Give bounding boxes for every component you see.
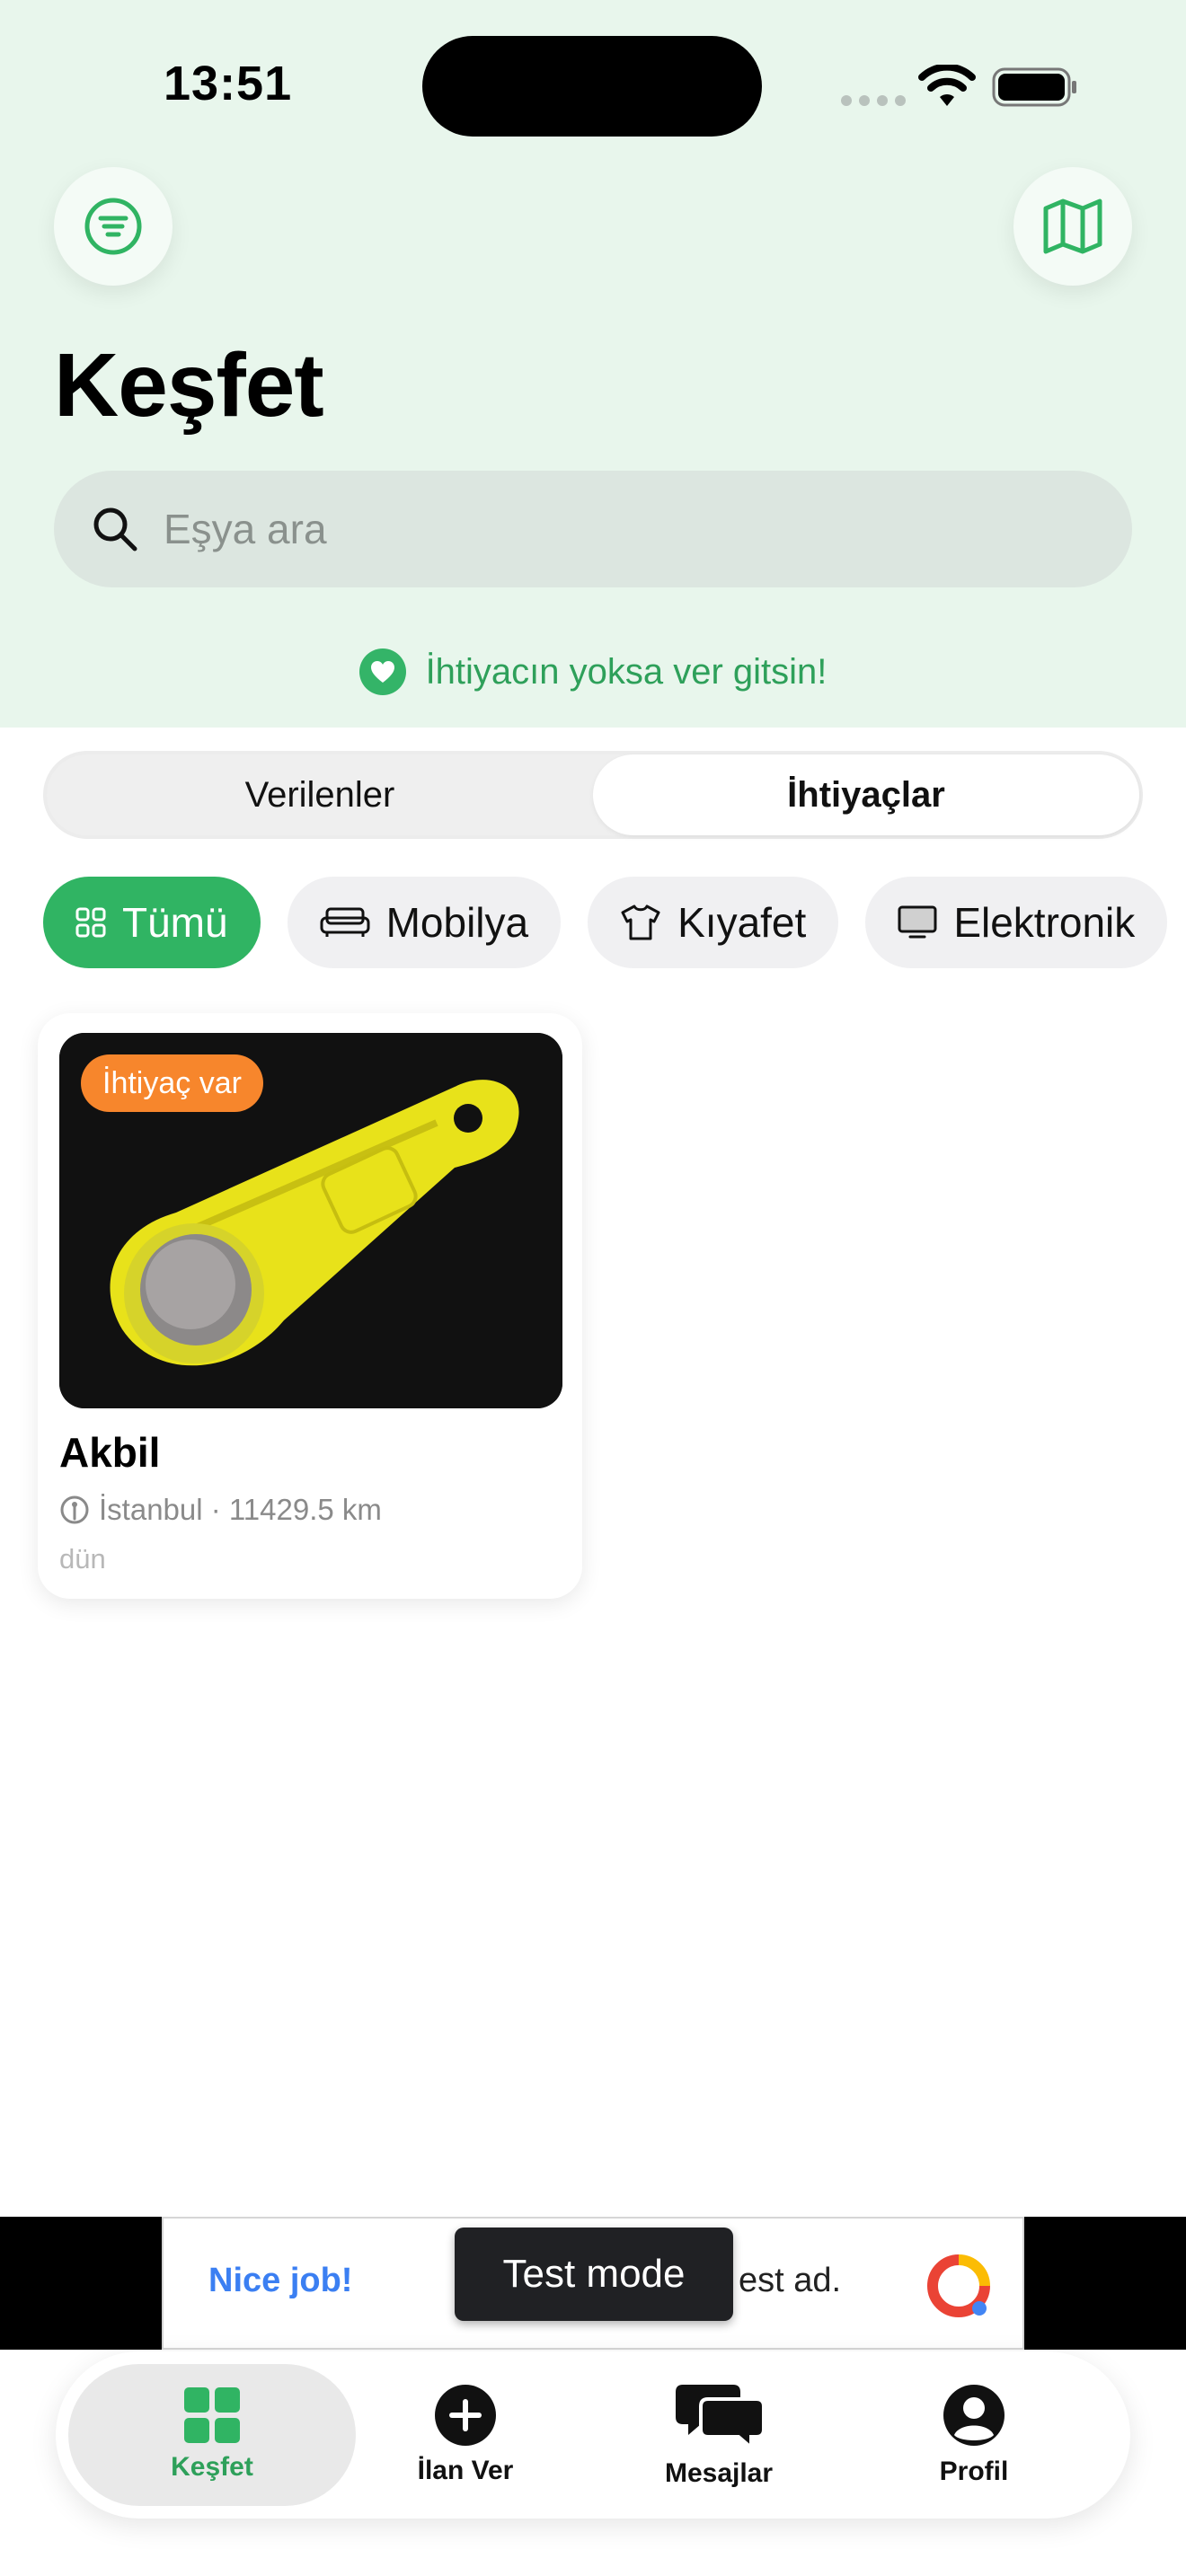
tab-label: İlan Ver — [417, 2456, 514, 2485]
tab-label: Keşfet — [171, 2452, 253, 2482]
listing-location: İstanbul · 11429.5 km — [59, 1493, 382, 1527]
sofa-icon — [320, 907, 370, 937]
person-icon — [943, 2385, 1005, 2446]
filter-icon — [84, 198, 142, 255]
test-mode-tooltip: Test mode — [455, 2228, 733, 2321]
listing-image: İhtiyaç var — [59, 1033, 562, 1408]
category-chip-clothing[interactable]: Kıyafet — [588, 877, 839, 968]
ads-logo-icon — [927, 2254, 990, 2317]
chat-bubbles-icon — [676, 2385, 764, 2449]
page-title: Keşfet — [54, 335, 324, 436]
status-time: 13:51 — [164, 57, 293, 110]
tab-messages[interactable]: Mesajlar — [575, 2364, 863, 2506]
category-chips: Tümü Mobilya Kıyafet Elektronik — [43, 877, 1168, 968]
segment-verilenler[interactable]: Verilenler — [47, 754, 593, 835]
listing-location-text: İstanbul · 11429.5 km — [99, 1493, 382, 1526]
listing-title: Akbil — [59, 1429, 161, 1476]
category-chip-label: Elektronik — [953, 899, 1136, 946]
wifi-icon — [918, 65, 976, 106]
header: 13:51 Keşfet Eşya ara İhtiyacın yoksa ve… — [0, 0, 1186, 728]
map-button[interactable] — [1013, 167, 1132, 286]
shirt-icon — [621, 904, 660, 940]
monitor-icon — [898, 905, 937, 939]
battery-icon — [992, 67, 1076, 107]
grid-icon — [184, 2387, 240, 2443]
cellular-signal-icon — [841, 95, 906, 106]
listing-card[interactable]: İhtiyaç var Akbil İstanbul · 11429.5 km … — [38, 1013, 582, 1599]
ad-right-text: est ad. — [739, 2262, 842, 2299]
dynamic-island — [422, 36, 762, 137]
tab-post-listing[interactable]: İlan Ver — [322, 2364, 609, 2506]
tab-label: Profil — [939, 2457, 1009, 2486]
grid-icon — [75, 907, 106, 938]
search-input[interactable] — [164, 505, 1062, 553]
ad-left-text: Nice job! — [208, 2262, 353, 2299]
tab-profile[interactable]: Profil — [830, 2364, 1118, 2506]
category-chip-label: Kıyafet — [677, 899, 807, 946]
category-chip-electronics[interactable]: Elektronik — [865, 877, 1168, 968]
heart-icon — [358, 648, 406, 695]
location-pin-icon — [60, 1495, 89, 1524]
search-icon — [93, 507, 137, 551]
listing-time: dün — [59, 1543, 106, 1575]
ad-banner[interactable]: Nice job! est ad. Test mode — [162, 2217, 1024, 2350]
app-screen: 13:51 Keşfet Eşya ara İhtiyacın yoksa ve… — [0, 0, 1186, 2576]
tab-label: Mesajlar — [664, 2458, 774, 2488]
bottom-tab-bar: Keşfet İlan Ver Mesajlar Profil — [56, 2351, 1130, 2519]
category-chip-furniture[interactable]: Mobilya — [287, 877, 562, 968]
plus-circle-icon — [435, 2385, 496, 2446]
category-chip-all[interactable]: Tümü — [43, 877, 261, 968]
tab-discover[interactable]: Keşfet — [68, 2364, 356, 2506]
tagline: İhtiyacın yoksa ver gitsin! — [0, 648, 1186, 695]
map-icon — [1043, 198, 1102, 254]
category-chip-label: Tümü — [122, 899, 228, 946]
filter-button[interactable] — [54, 167, 173, 286]
segment-ihtiyaclar[interactable]: İhtiyaçlar — [593, 754, 1139, 835]
search-bar[interactable] — [54, 471, 1132, 587]
tagline-text: İhtiyacın yoksa ver gitsin! — [425, 651, 828, 692]
category-chip-label: Mobilya — [385, 899, 529, 946]
segmented-control: Verilenler İhtiyaçlar — [43, 751, 1143, 839]
need-badge: İhtiyaç var — [81, 1054, 263, 1112]
